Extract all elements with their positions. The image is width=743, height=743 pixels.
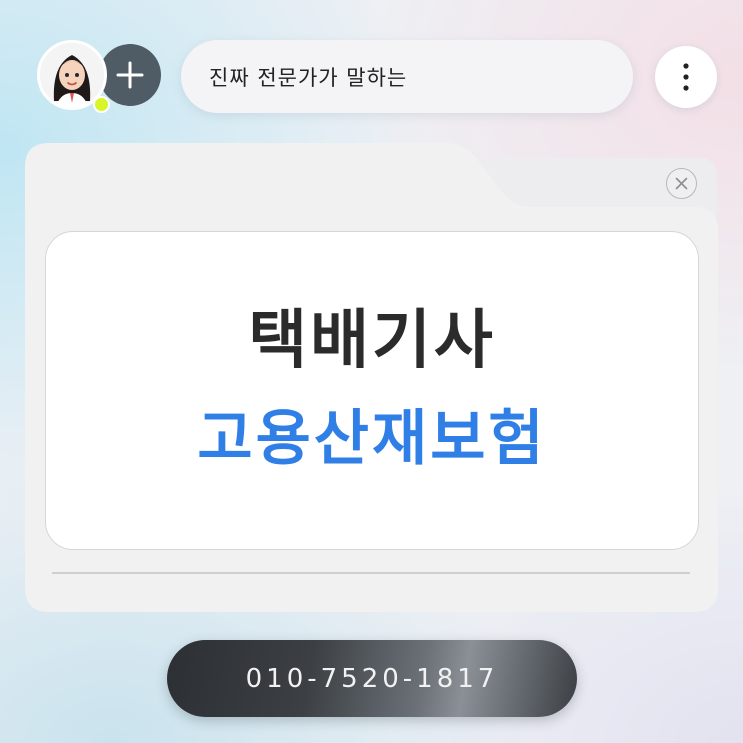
title-card: 택배기사 고용산재보험 <box>45 231 699 550</box>
title-line-2: 고용산재보험 <box>197 403 547 474</box>
search-bar[interactable]: 진짜 전문가가 말하는 <box>181 40 633 113</box>
phone-number: 010-7520-1817 <box>245 663 499 694</box>
close-button[interactable] <box>666 168 697 199</box>
add-button[interactable] <box>99 44 161 106</box>
more-menu-button[interactable] <box>655 46 717 108</box>
divider <box>52 572 690 574</box>
avatar-group <box>37 38 162 118</box>
title-line-1: 택배기사 <box>248 303 496 378</box>
online-status-dot <box>93 96 110 113</box>
phone-button[interactable]: 010-7520-1817 <box>167 640 577 717</box>
close-icon <box>675 177 688 190</box>
user-avatar-icon <box>40 43 104 107</box>
plus-icon <box>116 61 144 89</box>
search-text: 진짜 전문가가 말하는 <box>209 65 408 90</box>
more-vertical-icon <box>683 63 689 91</box>
